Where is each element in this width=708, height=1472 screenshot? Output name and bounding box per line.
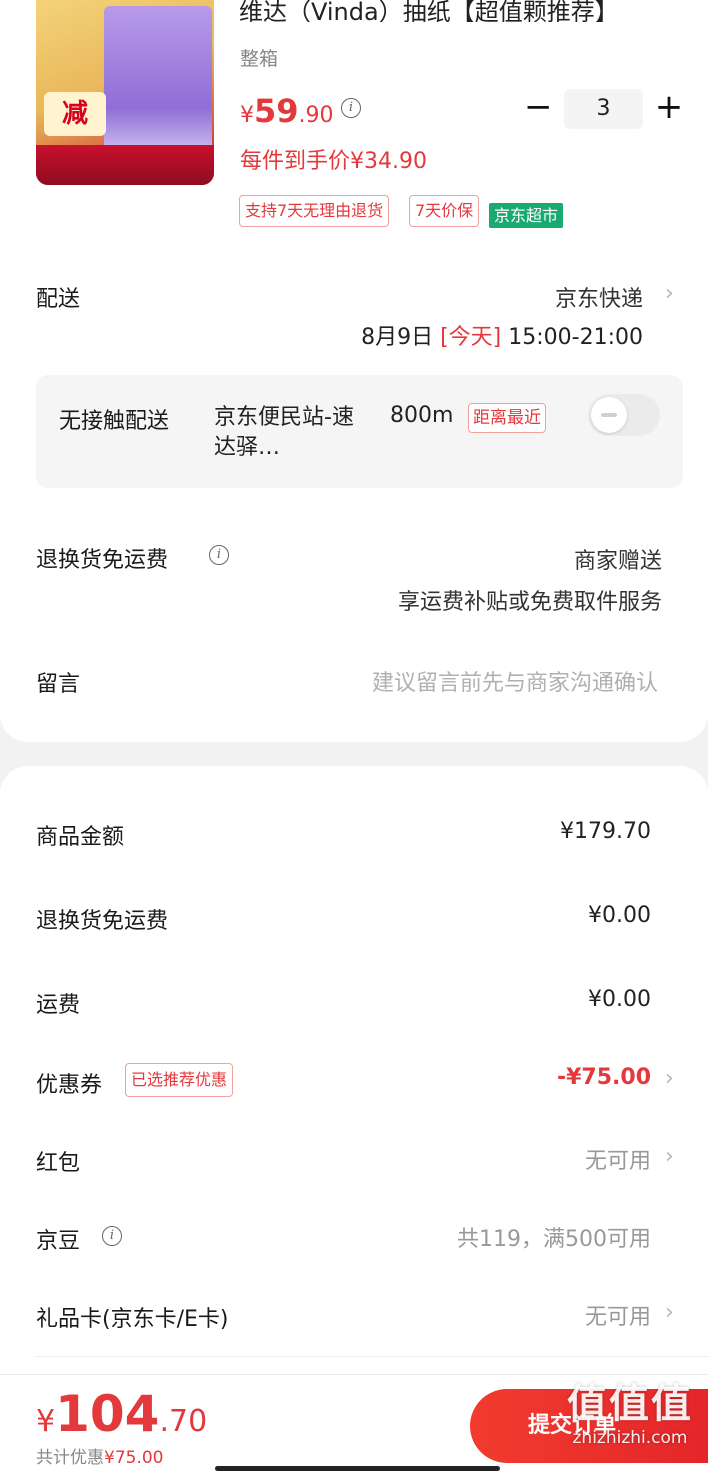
total-currency: ¥ — [36, 1404, 56, 1439]
price-info-icon[interactable]: i — [341, 98, 361, 118]
quantity-input[interactable]: 3 — [564, 89, 643, 129]
quantity-decrease-button[interactable]: − — [524, 90, 553, 126]
coupon-chevron-icon[interactable]: › — [665, 1066, 674, 1091]
coupon-label: 优惠券 — [36, 1073, 103, 1098]
watermark-logo: 值值值 — [567, 1381, 693, 1427]
unit-price: 每件到手价¥34.90 — [240, 149, 427, 174]
price-currency: ¥ — [240, 103, 254, 128]
quantity-increase-button[interactable]: + — [654, 90, 684, 126]
message-input[interactable]: 建议留言前先与商家沟通确认 — [372, 665, 658, 697]
divider — [36, 1356, 708, 1357]
giftcard-chevron-icon[interactable]: › — [665, 1300, 674, 1325]
product-image[interactable]: 减69 — [36, 0, 214, 185]
toggle-knob — [591, 397, 627, 433]
watermark-url: zhizhizhi.com — [572, 1428, 688, 1448]
delivery-label: 配送 — [36, 287, 81, 312]
return-shipping-label: 退换货免运费 — [36, 548, 169, 573]
jingdou-info-icon[interactable]: i — [102, 1226, 122, 1246]
return-shipping-sub: 享运费补贴或免费取件服务 — [397, 590, 662, 615]
giftcard-label: 礼品卡(京东卡/E卡) — [36, 1307, 229, 1332]
delivery-time[interactable]: 8月9日 [今天] 15:00-21:00 — [361, 319, 643, 351]
order-card-summary — [0, 766, 708, 1472]
message-label: 留言 — [36, 672, 81, 697]
shipping-value: ¥0.00 — [588, 987, 651, 1012]
total-discount-label: 共计优惠 — [36, 1448, 104, 1468]
pickup-label: 无接触配送 — [59, 409, 170, 434]
home-indicator[interactable] — [215, 1466, 500, 1471]
total-discount: 共计优惠¥75.00 — [36, 1443, 163, 1468]
return-fee-value: ¥0.00 — [588, 903, 651, 928]
tag-price-protection: 7天价保 — [409, 195, 480, 227]
redpacket-chevron-icon[interactable]: › — [665, 1144, 674, 1169]
jingdou-label: 京豆 — [36, 1229, 81, 1254]
price-integer: 59 — [254, 92, 299, 130]
delivery-today: [今天] — [440, 325, 502, 350]
stage-graphic — [36, 145, 214, 185]
tag-7day-return: 支持7天无理由退货 — [239, 195, 390, 227]
jingdou-value: 共119，满500可用 — [457, 1227, 651, 1252]
total-decimal: .70 — [159, 1404, 208, 1439]
delivery-date: 8月9日 — [361, 325, 434, 350]
order-card-top: 减69 维达（Vinda）抽纸【超值颗推荐】 整箱 ¥59.90 i − 3 +… — [0, 0, 708, 742]
tag-jd-supermarket: 京东超市 — [489, 203, 564, 228]
site-watermark: 值值值 zhizhizhi.com — [555, 1380, 705, 1470]
giftcard-value[interactable]: 无可用 — [585, 1299, 651, 1331]
product-title: 维达（Vinda）抽纸【超值颗推荐】 — [239, 0, 619, 22]
pickup-distance: 800m — [390, 403, 454, 428]
redpacket-value[interactable]: 无可用 — [585, 1143, 651, 1175]
pickup-toggle[interactable] — [588, 394, 660, 436]
return-shipping-value: 商家赠送 — [573, 549, 662, 574]
product-spec: 整箱 — [240, 48, 279, 70]
return-fee-label: 退换货免运费 — [36, 909, 169, 934]
promo-graphic: 减69 — [44, 92, 106, 173]
redpacket-label: 红包 — [36, 1151, 81, 1176]
product-price: ¥59.90 — [240, 92, 334, 130]
goods-amount-value: ¥179.70 — [560, 819, 651, 844]
total-price: ¥104.70 — [36, 1385, 207, 1443]
total-integer: 104 — [55, 1385, 160, 1443]
delivery-window: 15:00-21:00 — [508, 325, 643, 350]
shipping-label: 运费 — [36, 993, 81, 1018]
return-shipping-info-icon[interactable]: i — [209, 545, 229, 565]
pickup-option[interactable]: 无接触配送 京东便民站-速达驿… 800m 距离最近 — [36, 375, 683, 488]
goods-amount-label: 商品金额 — [36, 825, 125, 850]
coupon-selected-badge: 已选推荐优惠 — [125, 1063, 234, 1097]
pickup-nearest-badge: 距离最近 — [468, 403, 546, 433]
pickup-station: 京东便民站-速达驿… — [214, 405, 354, 460]
total-discount-value: ¥75.00 — [104, 1448, 164, 1468]
coupon-value[interactable]: -¥75.00 — [557, 1065, 651, 1090]
delivery-chevron-icon[interactable]: › — [665, 281, 674, 306]
delivery-method[interactable]: 京东快递 — [555, 281, 643, 313]
price-decimal: .90 — [298, 103, 334, 128]
